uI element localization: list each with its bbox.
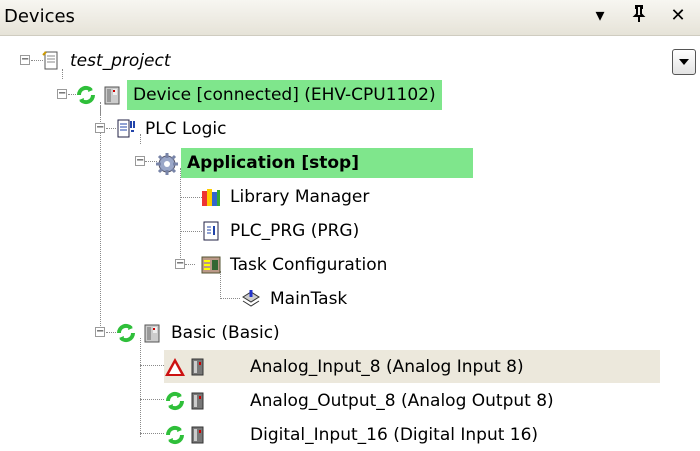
expand-toggle-plc-logic[interactable]: − xyxy=(95,123,105,133)
expand-toggle-task-configuration[interactable]: − xyxy=(175,259,185,269)
tree-item-label: Task Configuration xyxy=(230,254,388,275)
device-icon xyxy=(141,322,163,344)
program-icon xyxy=(200,220,222,242)
plc-logic-icon xyxy=(115,118,137,140)
tree-item-label: Analog_Output_8 (Analog Output 8) xyxy=(250,390,554,411)
tree-item-label: Device [connected] (EHV-CPU1102) xyxy=(127,79,442,110)
main-task-icon xyxy=(240,288,262,310)
io-module-icon xyxy=(190,390,212,412)
io-module-icon xyxy=(190,424,212,446)
expand-toggle-device[interactable]: − xyxy=(57,89,67,99)
tree-item-basic[interactable]: Basic (Basic) xyxy=(115,316,284,349)
tree-item-device[interactable]: Device [connected] (EHV-CPU1102) xyxy=(75,78,442,111)
io-module-icon xyxy=(190,356,212,378)
expand-toggle-basic[interactable]: − xyxy=(95,327,105,337)
devices-panel-header: Devices ▾ ✕ xyxy=(0,0,700,36)
tree-item-analog-input-8[interactable]: Analog_Input_8 (Analog Input 8) xyxy=(164,350,660,383)
tree-item-label: Library Manager xyxy=(230,186,370,207)
connected-icon xyxy=(164,390,186,412)
warning-triangle-icon xyxy=(164,356,186,378)
device-icon xyxy=(101,84,123,106)
panel-menu-dropdown-button[interactable]: ▾ xyxy=(589,5,611,27)
connected-icon xyxy=(115,322,137,344)
tree-item-label: Analog_Input_8 (Analog Input 8) xyxy=(250,356,524,377)
application-gear-icon xyxy=(155,152,178,175)
task-configuration-icon xyxy=(200,254,222,276)
pin-icon[interactable] xyxy=(628,5,650,29)
expand-toggle-project[interactable]: − xyxy=(20,55,30,65)
tree-item-plc-prg[interactable]: PLC_PRG (PRG) xyxy=(200,214,363,247)
tree-item-label: PLC Logic xyxy=(145,118,227,139)
tree-item-digital-input-16[interactable]: Digital_Input_16 (Digital Input 16) xyxy=(164,418,542,451)
tree-item-label: test_project xyxy=(70,50,171,71)
tree-item-task-configuration[interactable]: Task Configuration xyxy=(200,248,391,281)
panel-title: Devices xyxy=(4,6,75,27)
expand-toggle-application[interactable]: − xyxy=(135,156,145,166)
tree-item-label: Digital_Input_16 (Digital Input 16) xyxy=(250,424,539,445)
device-tree: − − − − − − test_project Device [connect… xyxy=(0,36,660,445)
tree-item-label: Application [stop] xyxy=(181,147,473,178)
tree-item-label: MainTask xyxy=(270,288,348,309)
tree-item-label: Basic (Basic) xyxy=(171,322,280,343)
tree-item-library-manager[interactable]: Library Manager xyxy=(200,180,373,213)
tree-item-label: PLC_PRG (PRG) xyxy=(230,220,360,241)
tree-item-plc-logic[interactable]: PLC Logic xyxy=(115,112,230,145)
tree-item-test-project[interactable]: test_project xyxy=(40,44,175,77)
connected-icon xyxy=(164,424,186,446)
close-icon[interactable]: ✕ xyxy=(667,5,689,27)
tree-item-main-task[interactable]: MainTask xyxy=(240,282,351,315)
library-manager-icon xyxy=(200,186,222,208)
tree-item-analog-output-8[interactable]: Analog_Output_8 (Analog Output 8) xyxy=(164,384,558,417)
connected-icon xyxy=(75,84,97,106)
tree-item-application[interactable]: Application [stop] xyxy=(155,146,473,179)
tree-options-dropdown-button[interactable] xyxy=(672,49,696,75)
project-icon xyxy=(40,50,62,72)
